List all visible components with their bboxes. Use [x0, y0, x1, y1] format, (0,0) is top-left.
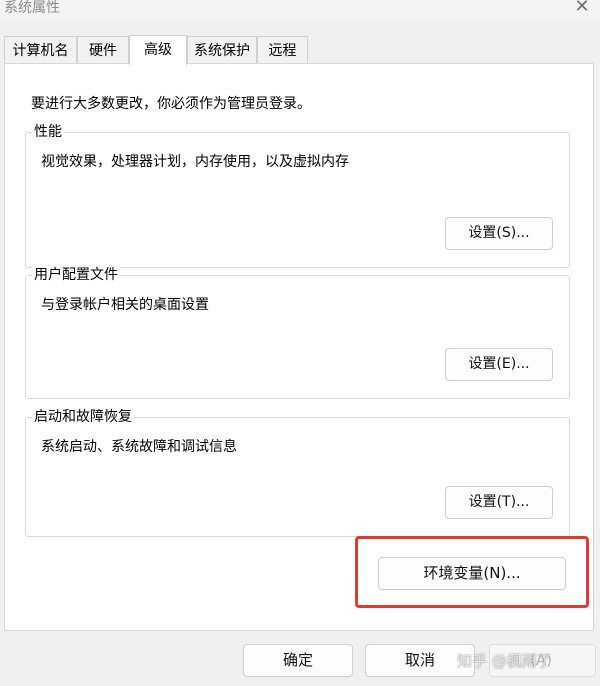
- tab-remote[interactable]: 远程: [257, 36, 308, 64]
- user-profiles-description: 与登录帐户相关的桌面设置: [41, 297, 209, 313]
- close-icon[interactable]: ✕: [572, 0, 592, 17]
- startup-recovery-title: 启动和故障恢复: [32, 407, 134, 427]
- window-title: 系统属性: [4, 0, 60, 16]
- performance-settings-button[interactable]: 设置(S)...: [445, 217, 553, 250]
- performance-description: 视觉效果，处理器计划，内存使用，以及虚拟内存: [41, 154, 349, 170]
- ok-button[interactable]: 确定: [243, 644, 353, 677]
- tab-strip: 计算机名 硬件 高级 系统保护 远程: [0, 35, 600, 65]
- startup-recovery-description: 系统启动、系统故障和调试信息: [41, 439, 237, 455]
- user-profiles-group: 用户配置文件 与登录帐户相关的桌面设置 设置(E)...: [25, 265, 570, 399]
- performance-title: 性能: [32, 122, 64, 142]
- tab-system-protection[interactable]: 系统保护: [187, 36, 257, 64]
- startup-recovery-settings-button[interactable]: 设置(T)...: [445, 486, 553, 519]
- environment-variables-button[interactable]: 环境变量(N)...: [378, 557, 566, 590]
- user-profiles-title: 用户配置文件: [32, 265, 120, 285]
- tab-computer-name[interactable]: 计算机名: [4, 36, 77, 64]
- tab-advanced[interactable]: 高级: [129, 35, 187, 65]
- system-properties-window: 系统属性 ✕ 计算机名 硬件 高级 系统保护 远程 要进行大多数更改，你必须作为…: [0, 0, 600, 686]
- watermark-text: 知乎 @楓雨了: [457, 652, 552, 670]
- advanced-tab-panel: 要进行大多数更改，你必须作为管理员登录。 性能 视觉效果，处理器计划，内存使用，…: [4, 63, 594, 631]
- admin-notice: 要进行大多数更改，你必须作为管理员登录。: [31, 96, 311, 112]
- tab-hardware[interactable]: 硬件: [77, 36, 129, 64]
- user-profiles-settings-button[interactable]: 设置(E)...: [445, 348, 553, 381]
- startup-recovery-group: 启动和故障恢复 系统启动、系统故障和调试信息 设置(T)...: [25, 407, 570, 537]
- title-bar: 系统属性 ✕: [0, 0, 600, 18]
- performance-group: 性能 视觉效果，处理器计划，内存使用，以及虚拟内存 设置(S)...: [25, 122, 570, 268]
